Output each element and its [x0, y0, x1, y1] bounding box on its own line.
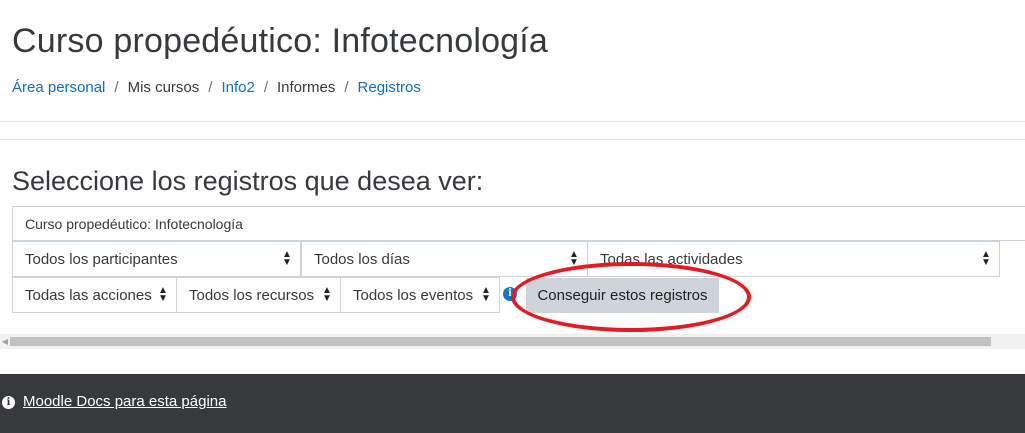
- days-select-value: Todos los días: [314, 251, 410, 268]
- breadcrumb-item-informes: Informes: [276, 79, 336, 96]
- breadcrumb-separator: /: [263, 79, 268, 96]
- activities-select-value: Todas las actividades: [600, 251, 743, 268]
- resources-select[interactable]: Todos los recursos ▲ ▼: [176, 277, 341, 313]
- breadcrumb-item-area-personal[interactable]: Área personal: [12, 79, 105, 96]
- help-info-icon[interactable]: i: [503, 287, 517, 301]
- select-arrows-icon: ▲ ▼: [322, 285, 332, 304]
- resources-select-value: Todos los recursos: [189, 287, 315, 304]
- get-logs-button[interactable]: Conseguir estos registros: [526, 278, 719, 313]
- select-arrows-icon: ▲ ▼: [981, 249, 991, 268]
- horizontal-scrollbar[interactable]: ◀: [0, 334, 1025, 349]
- actions-select[interactable]: Todas las acciones ▲ ▼: [12, 277, 177, 313]
- divider: [0, 139, 1025, 140]
- participants-select-value: Todos los participantes: [25, 251, 178, 268]
- breadcrumb: Área personal / Mis cursos / Info2 / Inf…: [12, 79, 421, 96]
- scroll-left-icon[interactable]: ◀: [0, 334, 10, 349]
- scrollbar-thumb[interactable]: [10, 337, 991, 346]
- course-select[interactable]: Curso propedéutico: Infotecnología: [12, 206, 1025, 241]
- breadcrumb-separator: /: [114, 79, 119, 96]
- select-arrows-icon: ▲ ▼: [158, 285, 168, 304]
- breadcrumb-separator: /: [344, 79, 349, 96]
- select-arrows-icon: ▲ ▼: [282, 249, 292, 268]
- days-select[interactable]: Todos los días ▲ ▼: [301, 241, 588, 277]
- events-select-value: Todos los eventos: [353, 287, 474, 304]
- page-title: Curso propedéutico: Infotecnología: [12, 22, 549, 60]
- info-icon: i: [2, 396, 15, 409]
- page-footer: i Moodle Docs para esta página: [0, 374, 1025, 433]
- breadcrumb-item-mis-cursos: Mis cursos: [127, 79, 200, 96]
- divider: [0, 121, 1025, 122]
- breadcrumb-item-registros[interactable]: Registros: [358, 79, 421, 96]
- actions-select-value: Todas las acciones: [25, 287, 152, 304]
- select-arrows-icon: ▲ ▼: [481, 285, 491, 304]
- events-select[interactable]: Todos los eventos ▲ ▼: [340, 277, 500, 313]
- moodle-docs-link[interactable]: Moodle Docs para esta página: [23, 393, 226, 410]
- breadcrumb-item-info2[interactable]: Info2: [221, 79, 254, 96]
- logs-form-heading: Seleccione los registros que desea ver:: [12, 166, 484, 196]
- select-arrows-icon: ▲ ▼: [569, 249, 579, 268]
- breadcrumb-separator: /: [208, 79, 213, 96]
- participants-select[interactable]: Todos los participantes ▲ ▼: [12, 241, 301, 277]
- activities-select[interactable]: Todas las actividades ▲ ▼: [587, 241, 1000, 277]
- page: Curso propedéutico: Infotecnología Área …: [0, 0, 1025, 433]
